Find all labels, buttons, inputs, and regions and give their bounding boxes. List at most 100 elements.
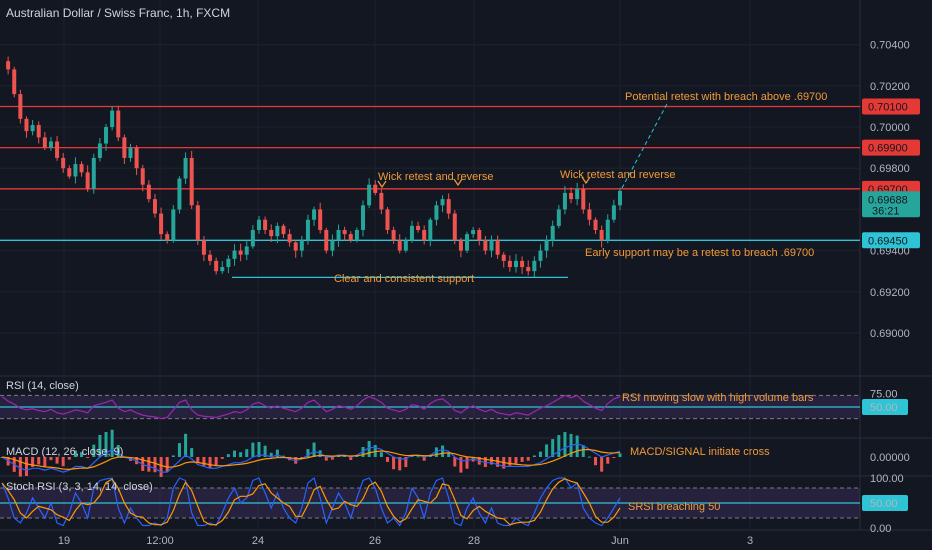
candle-body	[513, 260, 518, 268]
macd-histogram-bar	[416, 456, 420, 458]
candle-body	[477, 230, 482, 241]
candle-body	[367, 184, 372, 206]
macd-histogram-bar	[24, 457, 28, 476]
macd-histogram-bar	[239, 452, 243, 457]
macd-histogram-bar	[226, 454, 230, 457]
price-tick-label: 0.70400	[870, 40, 910, 52]
annotation-macd-note: MACD/SIGNAL initiate cross	[630, 446, 770, 458]
macd-histogram-bar	[557, 435, 561, 457]
candle-body	[42, 137, 47, 148]
candle-body	[36, 125, 41, 138]
macd-histogram-bar	[526, 457, 530, 461]
candle-body	[299, 240, 304, 251]
macd-histogram-bar	[379, 452, 383, 457]
price-tick-label: 0.69800	[870, 163, 910, 175]
candle-body	[85, 172, 90, 189]
candle-body	[287, 234, 292, 243]
price-badge-label: 0.69900	[868, 143, 908, 155]
candle-body	[569, 192, 574, 200]
macd-histogram-bar	[612, 457, 616, 458]
candle-body	[575, 188, 580, 200]
macd-pane-label[interactable]: MACD (12, 26, close, 9)	[6, 446, 123, 458]
candle-body	[208, 254, 213, 261]
candle-body	[605, 219, 610, 241]
candle-body	[79, 164, 84, 173]
time-tick-label: 3	[747, 535, 753, 547]
candle-body	[520, 260, 525, 268]
candle-body	[195, 205, 200, 241]
candle-body	[55, 141, 60, 158]
candle-body	[73, 164, 78, 177]
macd-histogram-bar	[312, 442, 316, 457]
candle-body	[507, 260, 512, 268]
candle-body	[122, 137, 127, 158]
macd-histogram-bar	[153, 457, 157, 473]
candle-body	[226, 258, 231, 268]
candle-body	[134, 147, 139, 169]
macd-histogram-bar	[465, 457, 469, 469]
price-badge-label: 0.70100	[868, 101, 908, 113]
chart-canvas[interactable]: 0.704000.702000.700000.698000.696000.694…	[0, 0, 932, 550]
candle-body	[30, 125, 35, 132]
macd-histogram-bar	[165, 457, 169, 472]
rsi-tick-label: 75.00	[870, 388, 898, 400]
candle-body	[587, 209, 592, 220]
candle-body	[440, 199, 445, 206]
macd-histogram-bar	[184, 433, 188, 457]
time-tick-label: 26	[369, 535, 381, 547]
candle-body	[116, 110, 121, 138]
macd-histogram-bar	[202, 457, 206, 466]
macd-histogram-bar	[508, 457, 512, 466]
candle-body	[312, 209, 317, 220]
price-tick-label: 0.69000	[870, 328, 910, 340]
macd-histogram-bar	[514, 457, 518, 464]
macd-histogram-bar	[520, 457, 524, 462]
stoch-rsi-pane-label[interactable]: Stoch RSI (3, 3, 14, 14, close)	[6, 481, 153, 493]
macd-histogram-bar	[385, 457, 389, 462]
candle-body	[526, 267, 531, 272]
macd-histogram-bar	[459, 457, 463, 473]
candle-body	[269, 230, 274, 237]
candle-body	[336, 230, 341, 241]
rsi-tick-label: 50.00	[870, 402, 898, 414]
candle-body	[434, 205, 439, 220]
candle-body	[422, 230, 427, 241]
time-tick-label: 19	[58, 535, 70, 547]
candle-body	[416, 225, 421, 230]
candle-body	[159, 213, 164, 235]
candle-body	[18, 94, 23, 119]
candle-body	[532, 260, 537, 272]
candle-body	[618, 190, 622, 206]
annotation-early-support: Early support may be a retest to breach …	[585, 247, 814, 259]
candle-body	[550, 225, 555, 241]
time-tick-label: 28	[468, 535, 480, 547]
candle-body	[110, 110, 115, 128]
annotation-wick-retest-2: Wick retest and reverse	[560, 169, 676, 181]
macd-histogram-bar	[563, 432, 567, 457]
time-tick-label: 24	[252, 535, 264, 547]
candle-body	[250, 230, 255, 247]
macd-histogram-bar	[220, 457, 224, 459]
candle-body	[183, 157, 188, 179]
candle-body	[189, 157, 194, 206]
price-tick-label: 0.70200	[870, 81, 910, 93]
candle-body	[391, 230, 396, 241]
candle-body	[256, 219, 261, 230]
candle-body	[201, 240, 206, 255]
macd-histogram-bar	[37, 457, 41, 465]
stoch-tick-label: 100.00	[870, 473, 904, 485]
macd-histogram-bar	[545, 444, 549, 457]
macd-histogram-bar	[18, 457, 22, 477]
rsi-pane-label[interactable]: RSI (14, close)	[6, 380, 79, 392]
candle-body	[275, 225, 280, 237]
candle-body	[342, 230, 347, 235]
candle-body	[599, 230, 604, 241]
candle-body	[146, 184, 151, 200]
candle-body	[244, 246, 249, 255]
macd-histogram-bar	[606, 457, 610, 464]
macd-histogram-bar	[594, 457, 598, 466]
price-tick-label: 0.69200	[870, 287, 910, 299]
candle-body	[348, 234, 353, 241]
annotation-wick-retest-1: Wick retest and reverse	[378, 171, 494, 183]
macd-histogram-bar	[575, 435, 579, 457]
